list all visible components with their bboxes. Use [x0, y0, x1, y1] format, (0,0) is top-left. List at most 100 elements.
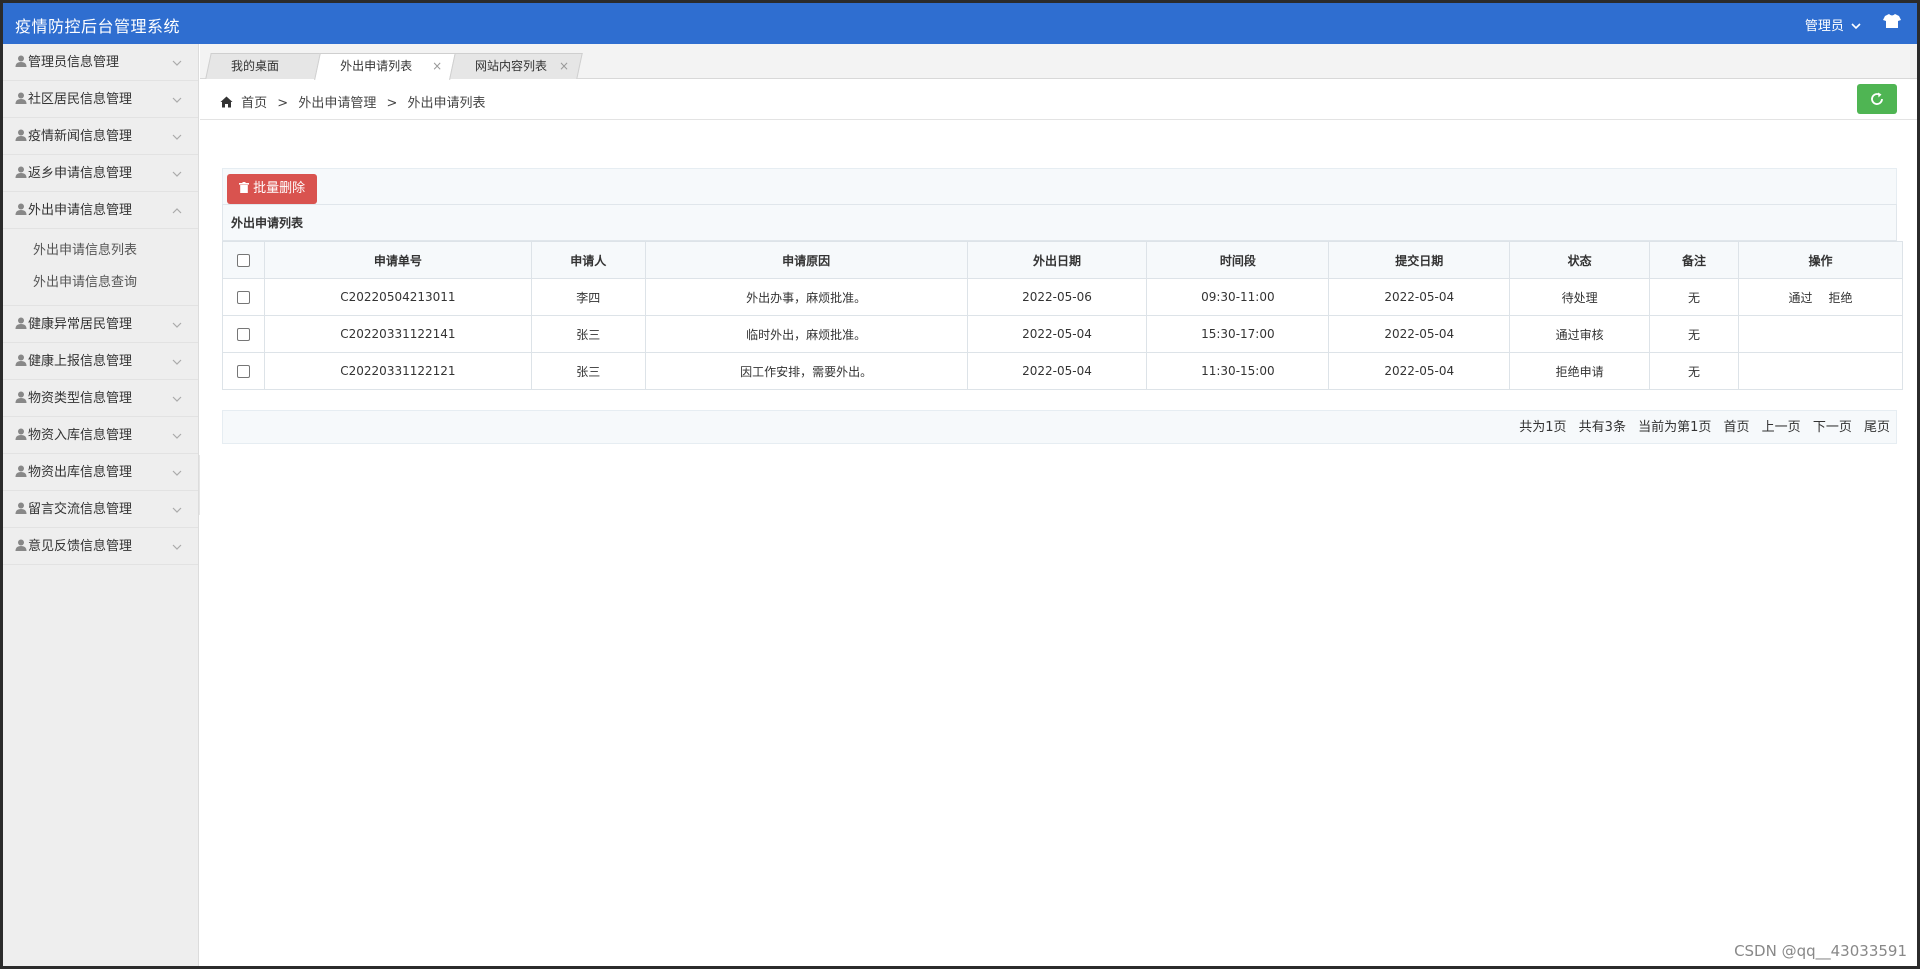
sidebar-item[interactable]: 健康上报信息管理: [3, 343, 198, 380]
cell-applicant: 张三: [530, 352, 646, 390]
sidebar-item[interactable]: 管理员信息管理: [3, 44, 198, 81]
pager-prev-link[interactable]: 上一页: [1762, 420, 1801, 435]
cell-id: C20220331122121: [263, 352, 532, 390]
refresh-button[interactable]: [1857, 84, 1897, 114]
sidebar-item[interactable]: 健康异常居民管理: [3, 306, 198, 343]
sidebar-item[interactable]: 意见反馈信息管理: [3, 528, 198, 565]
breadcrumb-separator: >: [386, 96, 398, 111]
sidebar-item[interactable]: 返乡申请信息管理: [3, 155, 198, 192]
cell-period: 11:30-15:00: [1146, 352, 1330, 390]
row-checkbox[interactable]: [236, 328, 250, 341]
user-icon: [15, 418, 27, 440]
sidebar-item-label: 物资出库信息管理: [28, 465, 133, 480]
cell-applicant: 张三: [530, 315, 646, 353]
cell-out-date: 2022-05-04: [966, 315, 1148, 353]
tab-close-icon[interactable]: ×: [559, 54, 569, 78]
cell-status: 待处理: [1509, 278, 1651, 316]
app-title: 疫情防控后台管理系统: [15, 17, 181, 36]
column-header: 时间段: [1146, 241, 1330, 279]
sidebar-item-label: 社区居民信息管理: [28, 92, 133, 107]
batch-delete-button[interactable]: 批量删除: [227, 174, 318, 204]
column-header: 申请单号: [263, 241, 532, 279]
tab-label: 外出申请列表: [340, 59, 413, 73]
cell-actions: 通过 拒绝: [1738, 278, 1903, 316]
tab-bar: 我的桌面 外出申请列表 × 网站内容列表 ×: [200, 44, 1917, 80]
cell-id: C20220331122141: [263, 315, 532, 353]
cell-actions: [1738, 352, 1903, 390]
cell-submit-date: 2022-05-04: [1328, 315, 1511, 353]
user-icon: [15, 381, 27, 403]
row-checkbox[interactable]: [236, 365, 250, 378]
tab-site-content-list[interactable]: 网站内容列表 ×: [449, 53, 583, 79]
user-menu-label: 管理员: [1804, 19, 1844, 34]
user-icon: [15, 455, 27, 477]
breadcrumb-home[interactable]: 首页: [241, 96, 267, 111]
user-menu[interactable]: 管理员: [1805, 15, 1861, 34]
sidebar-item-label: 管理员信息管理: [28, 55, 120, 70]
user-icon: [15, 119, 27, 141]
tab-desktop[interactable]: 我的桌面: [205, 53, 321, 79]
cell-remark: 无: [1649, 352, 1740, 390]
cell-reason: 因工作安排，需要外出。: [644, 352, 968, 390]
cell-applicant: 李四: [530, 278, 646, 316]
tab-close-icon[interactable]: ×: [432, 54, 442, 78]
sidebar-item-label: 健康上报信息管理: [28, 354, 133, 369]
trash-icon: [239, 182, 249, 193]
cell-status: 拒绝申请: [1509, 352, 1651, 390]
user-icon: [15, 344, 27, 366]
pager-first-link[interactable]: 首页: [1724, 420, 1750, 435]
chevron-down-icon: [172, 528, 182, 565]
sidebar-item-label: 外出申请信息管理: [28, 203, 133, 218]
chevron-down-icon: [172, 454, 182, 491]
tab-out-apply-list[interactable]: 外出申请列表 ×: [314, 53, 456, 80]
select-all-checkbox[interactable]: [236, 254, 250, 267]
breadcrumb-level1[interactable]: 外出申请管理: [298, 96, 376, 111]
sidebar-item-label: 意见反馈信息管理: [28, 539, 133, 554]
sidebar-subitem[interactable]: 外出申请信息列表: [3, 235, 198, 267]
reject-link[interactable]: 拒绝: [1829, 291, 1853, 305]
table-row: C20220331122121 张三 因工作安排，需要外出。 2022-05-04 11…: [222, 352, 1903, 390]
breadcrumb-level2: 外出申请列表: [407, 96, 486, 111]
pager-last-link[interactable]: 尾页: [1864, 420, 1890, 435]
sidebar-item[interactable]: 物资出库信息管理: [3, 454, 198, 491]
home-icon: [220, 96, 233, 108]
column-header: 状态: [1509, 241, 1651, 279]
user-icon: [15, 156, 27, 178]
breadcrumb: 首页 > 外出申请管理 > 外出申请列表: [220, 92, 486, 111]
app-window: 疫情防控后台管理系统 管理员 管理员信息管理 社区居民信息管理 疫情新闻信息管理返乡…: [3, 3, 1917, 966]
sidebar-item[interactable]: 物资类型信息管理: [3, 380, 198, 417]
cell-actions: [1738, 315, 1903, 353]
pager-total-items: 共有3条: [1578, 420, 1626, 435]
cell-period: 09:30-11:00: [1146, 278, 1330, 316]
approve-link[interactable]: 通过: [1789, 291, 1813, 305]
sidebar-item[interactable]: 社区居民信息管理: [3, 81, 198, 118]
cell-period: 15:30-17:00: [1146, 315, 1330, 353]
select-all-cell: [222, 241, 265, 279]
breadcrumb-separator: >: [277, 96, 289, 111]
pager-next-link[interactable]: 下一页: [1813, 420, 1852, 435]
sidebar-item[interactable]: 物资入库信息管理: [3, 417, 198, 454]
theme-shirt-icon[interactable]: [1883, 13, 1903, 33]
sidebar-item[interactable]: 留言交流信息管理: [3, 491, 198, 528]
row-select-cell: [222, 278, 265, 316]
table-header-row: 申请单号 申请人 申请原因 外出日期 时间段 提交日期 状态 备注 操作: [222, 241, 1903, 279]
user-icon: [15, 492, 27, 514]
panel-title: 外出申请列表: [222, 204, 1897, 241]
cell-out-date: 2022-05-06: [966, 278, 1148, 316]
user-icon: [15, 193, 27, 215]
column-header: 申请原因: [644, 241, 968, 279]
row-checkbox[interactable]: [236, 291, 250, 304]
sidebar-submenu: 外出申请信息列表 外出申请信息查询: [3, 229, 198, 306]
tab-label: 我的桌面: [231, 59, 280, 73]
cell-reason: 临时外出，麻烦批准。: [644, 315, 968, 353]
sidebar-subitem[interactable]: 外出申请信息查询: [3, 267, 198, 299]
sidebar-item-label: 疫情新闻信息管理: [28, 129, 133, 144]
table-row: C20220331122141 张三 临时外出，麻烦批准。 2022-05-04 15:…: [222, 315, 1903, 353]
main-area: 我的桌面 外出申请列表 × 网站内容列表 × 首页 > 外出申请管理 > 外出申…: [200, 44, 1917, 966]
out-apply-table: 申请单号 申请人 申请原因 外出日期 时间段 提交日期 状态 备注 操作 C20…: [222, 241, 1903, 390]
sidebar-item[interactable]: 外出申请信息管理: [3, 192, 198, 229]
table-row: C20220504213011 李四 外出办事，麻烦批准。 2022-05-06 09:…: [222, 278, 1903, 316]
sidebar-item[interactable]: 疫情新闻信息管理: [3, 118, 198, 155]
table-toolbar: 批量删除: [222, 168, 1897, 204]
chevron-down-icon: [172, 155, 182, 192]
